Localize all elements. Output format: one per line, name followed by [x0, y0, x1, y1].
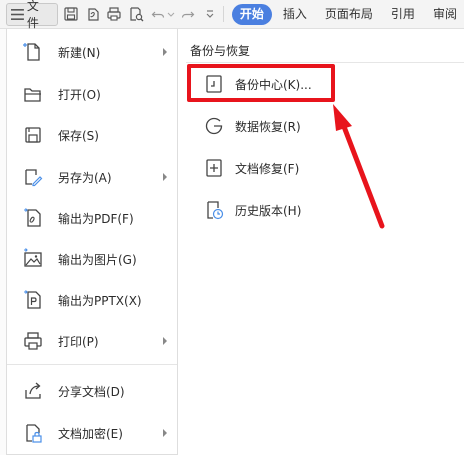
print-preview-icon[interactable]: [127, 5, 145, 23]
submenu-title: 备份与恢复: [190, 44, 251, 58]
submenu-item-history-version[interactable]: 历史版本(H): [190, 192, 340, 228]
submenu-item-data-recovery[interactable]: 数据恢复(R): [190, 108, 340, 144]
menu-item-export-pdf[interactable]: 输出为PDF(F): [7, 201, 177, 235]
submenu-divider: [186, 62, 464, 63]
menu-item-label: 输出为PDF(F): [58, 211, 134, 226]
save-icon[interactable]: [62, 5, 80, 23]
menu-item-share[interactable]: 分享文档(D): [7, 374, 177, 408]
open-folder-icon: [22, 83, 44, 105]
tab-review[interactable]: 审阅: [426, 4, 464, 25]
hamburger-icon: [11, 8, 24, 20]
menu-item-label: 保存(S): [58, 128, 99, 143]
menu-item-open[interactable]: 打开(O): [7, 77, 177, 111]
menu-item-export-pptx[interactable]: 输出为PPTX(X): [7, 283, 177, 317]
highlight-box: [187, 64, 335, 102]
submenu-item-document-repair[interactable]: 文档修复(F): [190, 150, 340, 186]
print-icon: [22, 330, 44, 352]
submenu-item-label: 历史版本(H): [235, 203, 302, 218]
submenu-arrow-icon: [163, 429, 167, 437]
menu-item-export-image[interactable]: 输出为图片(G): [7, 242, 177, 276]
menu-item-encrypt[interactable]: 文档加密(E): [7, 416, 177, 450]
export-pdf-icon[interactable]: [84, 5, 102, 23]
submenu-arrow-icon: [163, 48, 167, 56]
menu-item-label: 另存为(A): [58, 170, 112, 185]
toolbar-divider: [222, 6, 224, 22]
top-toolbar: 文件 开始 插入 页面布局 引用 审阅: [0, 0, 464, 30]
menu-item-save-as[interactable]: 另存为(A): [7, 160, 177, 194]
menu-divider: [7, 364, 177, 365]
menu-item-label: 文档加密(E): [58, 426, 123, 441]
save-icon: [22, 124, 44, 146]
export-pdf-icon: [22, 207, 44, 229]
document-repair-icon: [203, 157, 225, 179]
tab-page-layout[interactable]: 页面布局: [318, 4, 380, 25]
menu-item-save[interactable]: 保存(S): [7, 118, 177, 152]
file-menu-label: 文件: [26, 0, 39, 30]
print-icon[interactable]: [106, 5, 124, 23]
new-file-icon: [22, 41, 44, 63]
menu-item-label: 输出为图片(G): [58, 252, 137, 267]
data-recovery-icon: [203, 115, 225, 137]
menu-item-label: 输出为PPTX(X): [58, 293, 142, 308]
submenu-item-label: 数据恢复(R): [235, 119, 301, 134]
submenu-item-label: 文档修复(F): [235, 161, 300, 176]
share-icon: [22, 380, 44, 402]
submenu-arrow-icon: [163, 173, 167, 181]
menu-item-new[interactable]: 新建(N): [7, 35, 177, 69]
menu-item-label: 分享文档(D): [58, 384, 125, 399]
submenu-arrow-icon: [163, 337, 167, 345]
tab-references[interactable]: 引用: [384, 4, 422, 25]
redo-icon[interactable]: [179, 5, 197, 23]
file-menu-button[interactable]: 文件: [6, 0, 58, 30]
customize-icon[interactable]: [201, 5, 219, 23]
menu-item-print[interactable]: 打印(P): [7, 324, 177, 358]
tab-insert[interactable]: 插入: [276, 4, 314, 25]
export-image-icon: [22, 248, 44, 270]
encrypt-icon: [22, 422, 44, 444]
history-version-icon: [203, 199, 225, 221]
menu-item-label: 打印(P): [58, 334, 99, 349]
undo-icon[interactable]: [149, 5, 167, 23]
tab-start[interactable]: 开始: [231, 3, 272, 25]
save-as-icon: [22, 166, 44, 188]
menu-item-label: 新建(N): [58, 45, 101, 60]
chevron-down-icon[interactable]: [167, 5, 175, 23]
export-pptx-icon: [22, 289, 44, 311]
menu-item-label: 打开(O): [58, 87, 101, 102]
